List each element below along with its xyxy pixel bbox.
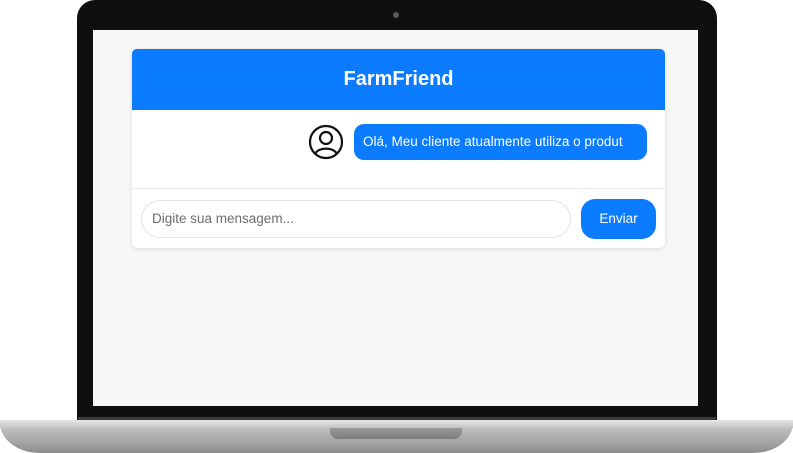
chat-window: FarmFriend Olá, Meu cliente atualmente u… [132, 49, 665, 248]
user-circle-icon [308, 124, 344, 160]
chat-header: FarmFriend [132, 49, 665, 110]
message-input[interactable] [141, 199, 571, 238]
camera-icon [393, 12, 399, 18]
screen: FarmFriend Olá, Meu cliente atualmente u… [93, 30, 698, 406]
send-button[interactable]: Enviar [581, 198, 656, 239]
message-bubble: Olá, Meu cliente atualmente utiliza o pr… [354, 124, 647, 160]
message-list: Olá, Meu cliente atualmente utiliza o pr… [132, 110, 665, 189]
laptop-base-top [0, 420, 793, 428]
composer: Enviar [132, 189, 665, 248]
message-row: Olá, Meu cliente atualmente utiliza o pr… [308, 124, 647, 160]
app-title: FarmFriend [343, 68, 454, 90]
laptop-notch [330, 428, 462, 439]
